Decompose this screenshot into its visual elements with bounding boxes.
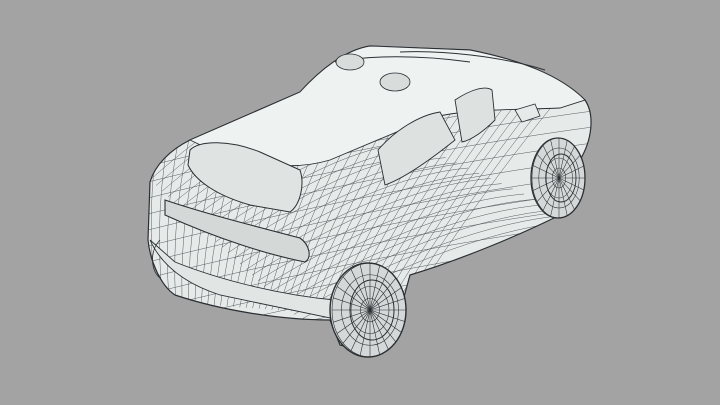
front-right-wheel [530, 137, 586, 219]
sunroof-hole-2 [379, 72, 411, 92]
car-wireframe-model[interactable] [0, 0, 720, 405]
sunroof-hole-1 [335, 53, 365, 71]
3d-viewport[interactable] [0, 0, 720, 405]
